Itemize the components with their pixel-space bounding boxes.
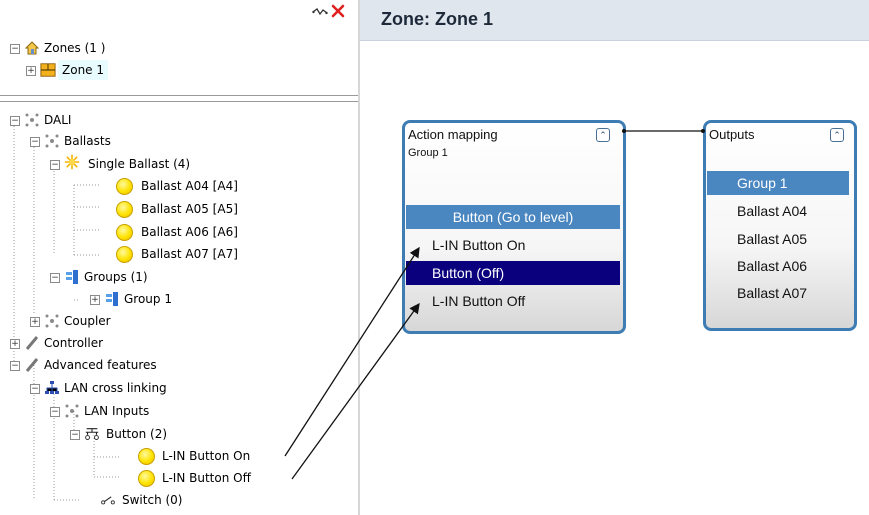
- group-icon: [106, 292, 118, 306]
- switch-icon: [101, 496, 115, 505]
- expand-toggle[interactable]: +: [26, 66, 36, 76]
- group-icon: [66, 270, 78, 284]
- mapping-item[interactable]: Button (Go to level): [406, 205, 620, 229]
- zone-icon: [40, 63, 56, 77]
- tree-label: Switch (0): [122, 493, 183, 507]
- home-icon: [24, 41, 40, 55]
- mapping-item[interactable]: L-IN Button Off: [406, 289, 620, 313]
- tree-item-switch[interactable]: Switch (0): [100, 490, 350, 510]
- tree-item-single-ballast[interactable]: − Single Ballast (4): [50, 154, 350, 174]
- starburst-icon: [64, 154, 80, 170]
- bulb-icon: [116, 178, 133, 195]
- tree-label: Zones (1 ): [44, 41, 106, 55]
- lan-icon: [45, 381, 59, 394]
- bulb-icon: [138, 470, 155, 487]
- tree-item-ballast[interactable]: Ballast A05 [A5]: [116, 199, 346, 219]
- tree-label: LAN Inputs: [84, 404, 150, 418]
- tree-label: Groups (1): [84, 270, 148, 284]
- mapping-item[interactable]: Button (Off): [406, 261, 620, 285]
- tree-label: Ballast A05 [A5]: [141, 202, 238, 216]
- bulb-icon: [116, 246, 133, 263]
- collapse-toggle[interactable]: −: [10, 361, 20, 371]
- bulb-icon: [116, 201, 133, 218]
- tree-item-group-1[interactable]: + Group 1: [90, 289, 340, 309]
- close-icon[interactable]: [330, 3, 346, 19]
- tree-label: L-IN Button Off: [162, 471, 251, 485]
- dali-network-icon: [25, 113, 39, 127]
- controller-icon: [25, 358, 39, 372]
- tree-label: Coupler: [64, 314, 111, 328]
- tree-item-ballast[interactable]: Ballast A04 [A4]: [116, 176, 346, 196]
- collapse-toggle[interactable]: −: [10, 116, 20, 126]
- tree-item-groups[interactable]: − Groups (1): [50, 267, 350, 287]
- divider: [0, 95, 358, 96]
- output-item[interactable]: Ballast A06: [707, 254, 849, 278]
- collapse-toggle[interactable]: −: [30, 384, 40, 394]
- collapse-toggle[interactable]: −: [50, 407, 60, 417]
- divider: [0, 101, 358, 102]
- outputs-node[interactable]: Outputs ⌃ Group 1 Ballast A04 Ballast A0…: [703, 120, 857, 331]
- collapse-toggle[interactable]: −: [30, 137, 40, 147]
- tree-item-dali[interactable]: − DALI: [10, 110, 310, 130]
- tree-label: Button (2): [106, 427, 168, 441]
- tree-item-lan-inputs[interactable]: − LAN Inputs: [50, 401, 350, 421]
- collapse-toggle[interactable]: −: [10, 44, 20, 54]
- tree-label: DALI: [44, 113, 72, 127]
- tree-item-button[interactable]: − Button (2): [70, 424, 370, 444]
- collapse-toggle[interactable]: −: [50, 273, 60, 283]
- collapse-icon[interactable]: ⌃: [596, 128, 610, 142]
- tree-label: Single Ballast (4): [88, 157, 191, 171]
- controller-icon: [25, 336, 39, 350]
- tree-label: Ballast A06 [A6]: [141, 225, 238, 239]
- pushbutton-icon: [85, 428, 99, 440]
- collapse-toggle[interactable]: −: [70, 430, 80, 440]
- tree-label: Group 1: [124, 292, 172, 306]
- tree-item-zones[interactable]: − Zones (1 ): [10, 38, 310, 58]
- tree-item-coupler[interactable]: + Coupler: [30, 311, 330, 331]
- tree-label: Zone 1: [58, 60, 108, 80]
- expand-toggle[interactable]: +: [10, 339, 20, 349]
- mapping-item[interactable]: L-IN Button On: [406, 233, 620, 257]
- tree-label: Ballasts: [64, 134, 111, 148]
- bulb-icon: [116, 224, 133, 241]
- page-title: Zone: Zone 1: [381, 9, 493, 29]
- tree-item-controller[interactable]: + Controller: [10, 333, 310, 353]
- dali-network-icon: [45, 134, 59, 148]
- output-item[interactable]: Ballast A07: [707, 281, 849, 305]
- output-item[interactable]: Group 1: [707, 171, 849, 195]
- node-title: Outputs: [709, 127, 755, 142]
- tree-item-lan-button[interactable]: L-IN Button On: [138, 446, 338, 466]
- tree-label: Ballast A07 [A7]: [141, 247, 238, 261]
- tree-item-ballasts[interactable]: − Ballasts: [30, 131, 330, 151]
- expand-toggle[interactable]: +: [90, 295, 100, 305]
- tree-label: L-IN Button On: [162, 449, 251, 463]
- tree-item-advanced-features[interactable]: − Advanced features: [10, 355, 310, 375]
- tree-item-zone-1[interactable]: + Zone 1: [26, 60, 326, 80]
- tree-item-ballast[interactable]: Ballast A06 [A6]: [116, 222, 346, 242]
- dali-network-icon: [65, 404, 79, 418]
- tree-item-lan-cross-linking[interactable]: − LAN cross linking: [30, 378, 330, 398]
- output-item[interactable]: Ballast A04: [707, 199, 849, 223]
- tree-item-ballast[interactable]: Ballast A07 [A7]: [116, 244, 346, 264]
- collapse-toggle[interactable]: −: [50, 160, 60, 170]
- bulb-icon: [138, 448, 155, 465]
- collapse-icon[interactable]: ⌃: [830, 128, 844, 142]
- tree-label: Ballast A04 [A4]: [141, 179, 238, 193]
- connector-icon[interactable]: [312, 6, 328, 20]
- action-mapping-node[interactable]: Action mapping Group 1 ⌃ Button (Go to l…: [402, 120, 626, 334]
- tree-item-lan-button[interactable]: L-IN Button Off: [138, 468, 338, 488]
- dali-network-icon: [45, 314, 59, 328]
- tree-label: Advanced features: [44, 358, 157, 372]
- output-item[interactable]: Ballast A05: [707, 227, 849, 251]
- node-subtitle: Group 1: [408, 147, 448, 159]
- node-title: Action mapping: [408, 127, 498, 142]
- tree-label: Controller: [44, 336, 104, 350]
- expand-toggle[interactable]: +: [30, 317, 40, 327]
- tree-label: LAN cross linking: [64, 381, 167, 395]
